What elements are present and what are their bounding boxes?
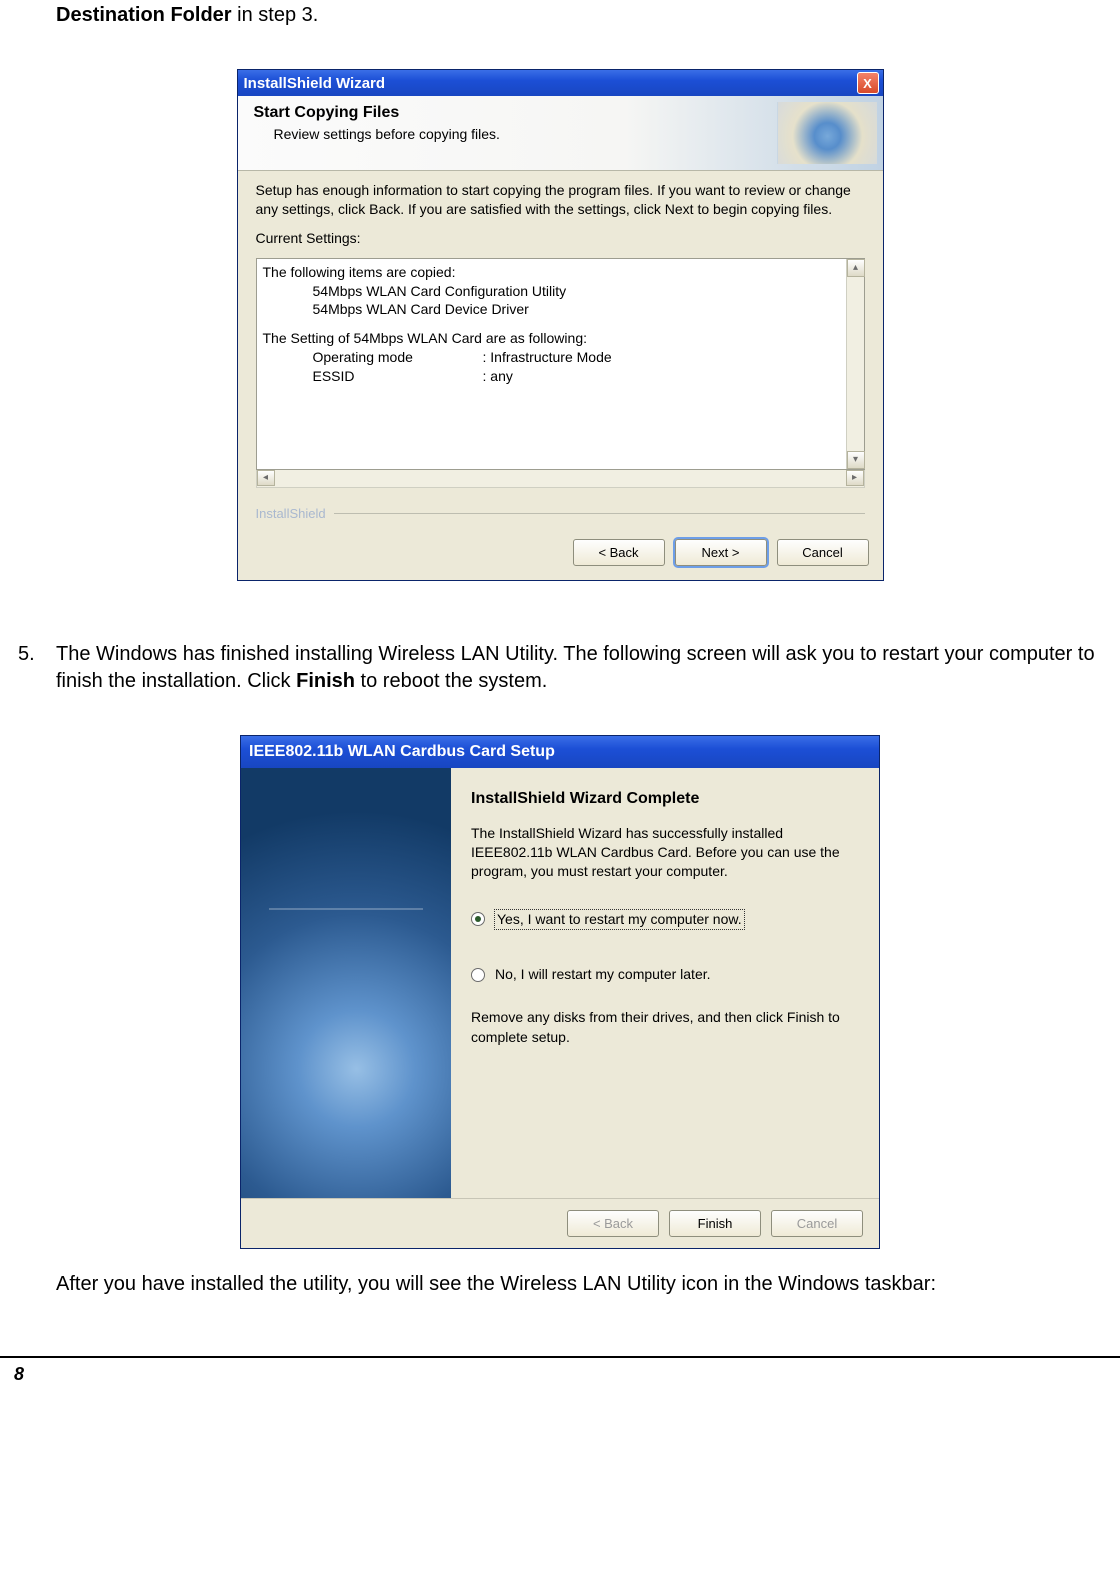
wizard-side-graphic [241,768,451,1198]
top-line-rest: in step 3. [232,4,319,26]
restart-later-option[interactable]: No, I will restart my computer later. [471,965,857,984]
page-number: 8 [14,1364,24,1384]
vertical-scrollbar[interactable]: ▴ ▾ [846,259,864,469]
copied-header: The following items are copied: [263,263,858,282]
settings-value: : any [483,367,513,386]
restart-now-option[interactable]: Yes, I want to restart my computer now. [471,910,857,929]
radio-label: Yes, I want to restart my computer now. [495,910,744,929]
radio-icon[interactable] [471,912,485,926]
radio-label: No, I will restart my computer later. [495,965,711,984]
dialog-titlebar[interactable]: IEEE802.11b WLAN Cardbus Card Setup [241,736,879,768]
settings-key: ESSID [313,367,483,386]
close-icon: X [863,76,872,91]
dialog-button-row: < Back Next > Cancel [238,539,883,580]
cancel-button[interactable]: Cancel [777,539,869,566]
settings-row: ESSID : any [263,367,858,386]
scroll-left-icon[interactable]: ◂ [257,470,275,486]
step-5: 5. The Windows has finished installing W… [18,641,1102,695]
page-footer: 8 [0,1356,1120,1385]
settings-key: Operating mode [313,348,483,367]
installshield-dialog: InstallShield Wizard X Start Copying Fil… [237,69,884,581]
radio-icon[interactable] [471,968,485,982]
complete-heading: InstallShield Wizard Complete [471,788,857,810]
installshield-brand: InstallShield [256,506,326,521]
divider [334,513,865,514]
dialog-button-row: < Back Finish Cancel [241,1198,879,1248]
top-line-bold: Destination Folder [56,4,232,26]
dialog-banner: Start Copying Files Review settings befo… [238,96,883,171]
copied-item: 54Mbps WLAN Card Configuration Utility [263,282,858,301]
step-text: The Windows has finished installing Wire… [56,641,1102,695]
copied-item: 54Mbps WLAN Card Device Driver [263,300,858,319]
settings-textbox: The following items are copied: 54Mbps W… [256,258,865,470]
back-button: < Back [567,1210,659,1237]
step-number: 5. [18,641,56,695]
after-install-text: After you have installed the utility, yo… [56,1273,1102,1296]
settings-row: Operating mode : Infrastructure Mode [263,348,858,367]
scroll-up-icon[interactable]: ▴ [847,259,865,277]
cancel-button: Cancel [771,1210,863,1237]
banner-graphic [777,102,877,164]
next-button[interactable]: Next > [675,539,767,566]
settings-header: The Setting of 54Mbps WLAN Card are as f… [263,329,858,348]
close-button[interactable]: X [857,72,879,94]
finish-button[interactable]: Finish [669,1210,761,1237]
scroll-down-icon[interactable]: ▾ [847,451,865,469]
dialog-titlebar[interactable]: InstallShield Wizard X [238,70,883,96]
doc-top-line: Destination Folder in step 3. [56,4,1102,27]
setup-complete-dialog: IEEE802.11b WLAN Cardbus Card Setup Inst… [240,735,880,1249]
complete-body: The InstallShield Wizard has successfull… [471,824,857,882]
horizontal-scrollbar[interactable]: ◂ ▸ [256,470,865,488]
scroll-right-icon[interactable]: ▸ [846,470,864,486]
dialog-intro: Setup has enough information to start co… [256,181,865,219]
back-button[interactable]: < Back [573,539,665,566]
current-settings-label: Current Settings: [256,229,865,248]
remove-disks-text: Remove any disks from their drives, and … [471,1008,857,1047]
dialog-title: IEEE802.11b WLAN Cardbus Card Setup [249,743,555,761]
dialog-title: InstallShield Wizard [244,75,386,92]
settings-value: : Infrastructure Mode [483,348,612,367]
